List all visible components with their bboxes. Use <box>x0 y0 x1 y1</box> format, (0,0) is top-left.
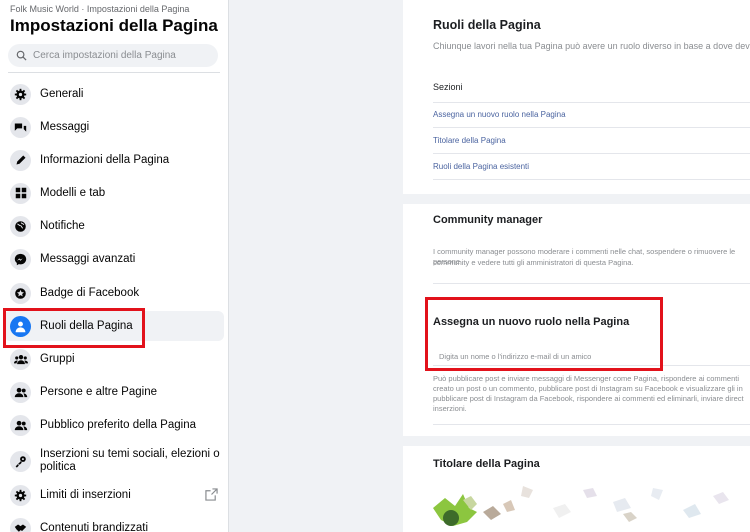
sections-label: Sezioni <box>433 82 463 92</box>
annotation-highlight-left <box>3 308 145 348</box>
chat-bubbles-icon <box>10 116 31 138</box>
sidebar-item-label: Messaggi avanzati <box>40 252 136 265</box>
page-owner-title: Titolare della Pagina <box>433 458 540 470</box>
globe-icon <box>10 215 31 237</box>
external-link-icon[interactable] <box>205 488 218 501</box>
sidebar-item-label: Messaggi <box>40 120 90 133</box>
sidebar-item-label: Modelli e tab <box>40 186 106 199</box>
sidebar-item-label: Generali <box>40 87 84 100</box>
search-box[interactable] <box>8 44 218 67</box>
sidebar-item-label: Informazioni della Pagina <box>40 153 170 166</box>
gear-icon <box>10 83 31 105</box>
assign-role-desc-2: creato un post o un commento, pubblicare… <box>433 384 743 393</box>
search-input[interactable] <box>33 50 213 61</box>
annotation-highlight-right <box>425 297 663 371</box>
sidebar-item-limiti[interactable]: Limiti di inserzioni <box>4 480 224 510</box>
search-icon <box>16 50 27 61</box>
divider <box>433 102 750 103</box>
settings-sidebar: Folk Music World · Impostazioni della Pa… <box>0 0 229 532</box>
sidebar-divider <box>8 72 220 73</box>
roles-title: Ruoli della Pagina <box>433 18 541 32</box>
sidebar-item-modelli[interactable]: Modelli e tab <box>4 178 224 208</box>
sidebar-item-badge[interactable]: Badge di Facebook <box>4 278 224 308</box>
messenger-icon <box>10 248 31 270</box>
sidebar-title: Impostazioni della Pagina <box>10 16 218 35</box>
sidebar-item-messaggi[interactable]: Messaggi <box>4 112 224 142</box>
group-icon <box>10 348 31 370</box>
community-manager-desc-2: community e vedere tutti gli amministrat… <box>433 258 634 267</box>
sidebar-item-notifiche[interactable]: Notifiche <box>4 211 224 241</box>
blurred-owner-avatar <box>433 486 729 526</box>
sidebar-item-informazioni[interactable]: Informazioni della Pagina <box>4 145 224 175</box>
divider <box>433 179 750 180</box>
sidebar-item-label: Gruppi <box>40 352 75 365</box>
divider <box>433 283 750 284</box>
card-separator <box>403 194 750 204</box>
pencil-icon <box>10 149 31 171</box>
sidebar-item-label: Persone e altre Pagine <box>40 385 157 398</box>
gear-icon <box>10 484 31 506</box>
sidebar-item-label: Notifiche <box>40 219 85 232</box>
community-manager-title: Community manager <box>433 214 543 226</box>
sidebar-item-inserzioni-temi[interactable]: Inserzioni su temi sociali, elezioni o p… <box>4 443 224 479</box>
sidebar-item-label: Contenuti brandizzati <box>40 521 149 532</box>
assign-role-desc-4: inserzioni. <box>433 404 467 413</box>
sidebar-item-generali[interactable]: Generali <box>4 79 224 109</box>
sidebar-item-label: Inserzioni su temi sociali, elezioni o p… <box>40 448 220 473</box>
roles-subtitle: Chiunque lavori nella tua Pagina può ave… <box>433 41 750 51</box>
card-separator <box>403 436 750 446</box>
divider <box>433 153 750 154</box>
sidebar-item-label: Pubblico preferito della Pagina <box>40 418 196 431</box>
star-badge-icon <box>10 282 31 304</box>
sidebar-item-persone[interactable]: Persone e altre Pagine <box>4 377 224 407</box>
sidebar-item-contenuti[interactable]: Contenuti brandizzati <box>4 513 224 532</box>
sidebar-item-gruppi[interactable]: Gruppi <box>4 344 224 374</box>
handshake-icon <box>10 517 31 532</box>
section-link-existing[interactable]: Ruoli della Pagina esistenti <box>433 162 529 171</box>
breadcrumb[interactable]: Folk Music World · Impostazioni della Pa… <box>10 4 189 14</box>
divider <box>433 424 750 425</box>
assign-role-desc-1: Può pubblicare post e inviare messaggi d… <box>433 374 739 383</box>
people-icon <box>10 414 31 436</box>
key-icon <box>10 450 31 472</box>
divider <box>433 127 750 128</box>
grid-icon <box>10 182 31 204</box>
people-icon <box>10 381 31 403</box>
section-link-assign[interactable]: Assegna un nuovo ruolo nella Pagina <box>433 110 566 119</box>
page-settings-window: Folk Music World · Impostazioni della Pa… <box>0 0 750 532</box>
sidebar-item-label: Limiti di inserzioni <box>40 488 131 501</box>
sidebar-item-pubblico[interactable]: Pubblico preferito della Pagina <box>4 410 224 440</box>
section-link-owner[interactable]: Titolare della Pagina <box>433 136 506 145</box>
assign-role-desc-3: pubblicare post di Instagram da Facebook… <box>433 394 744 403</box>
sidebar-item-messaggi-avanzati[interactable]: Messaggi avanzati <box>4 244 224 274</box>
sidebar-item-label: Badge di Facebook <box>40 286 140 299</box>
